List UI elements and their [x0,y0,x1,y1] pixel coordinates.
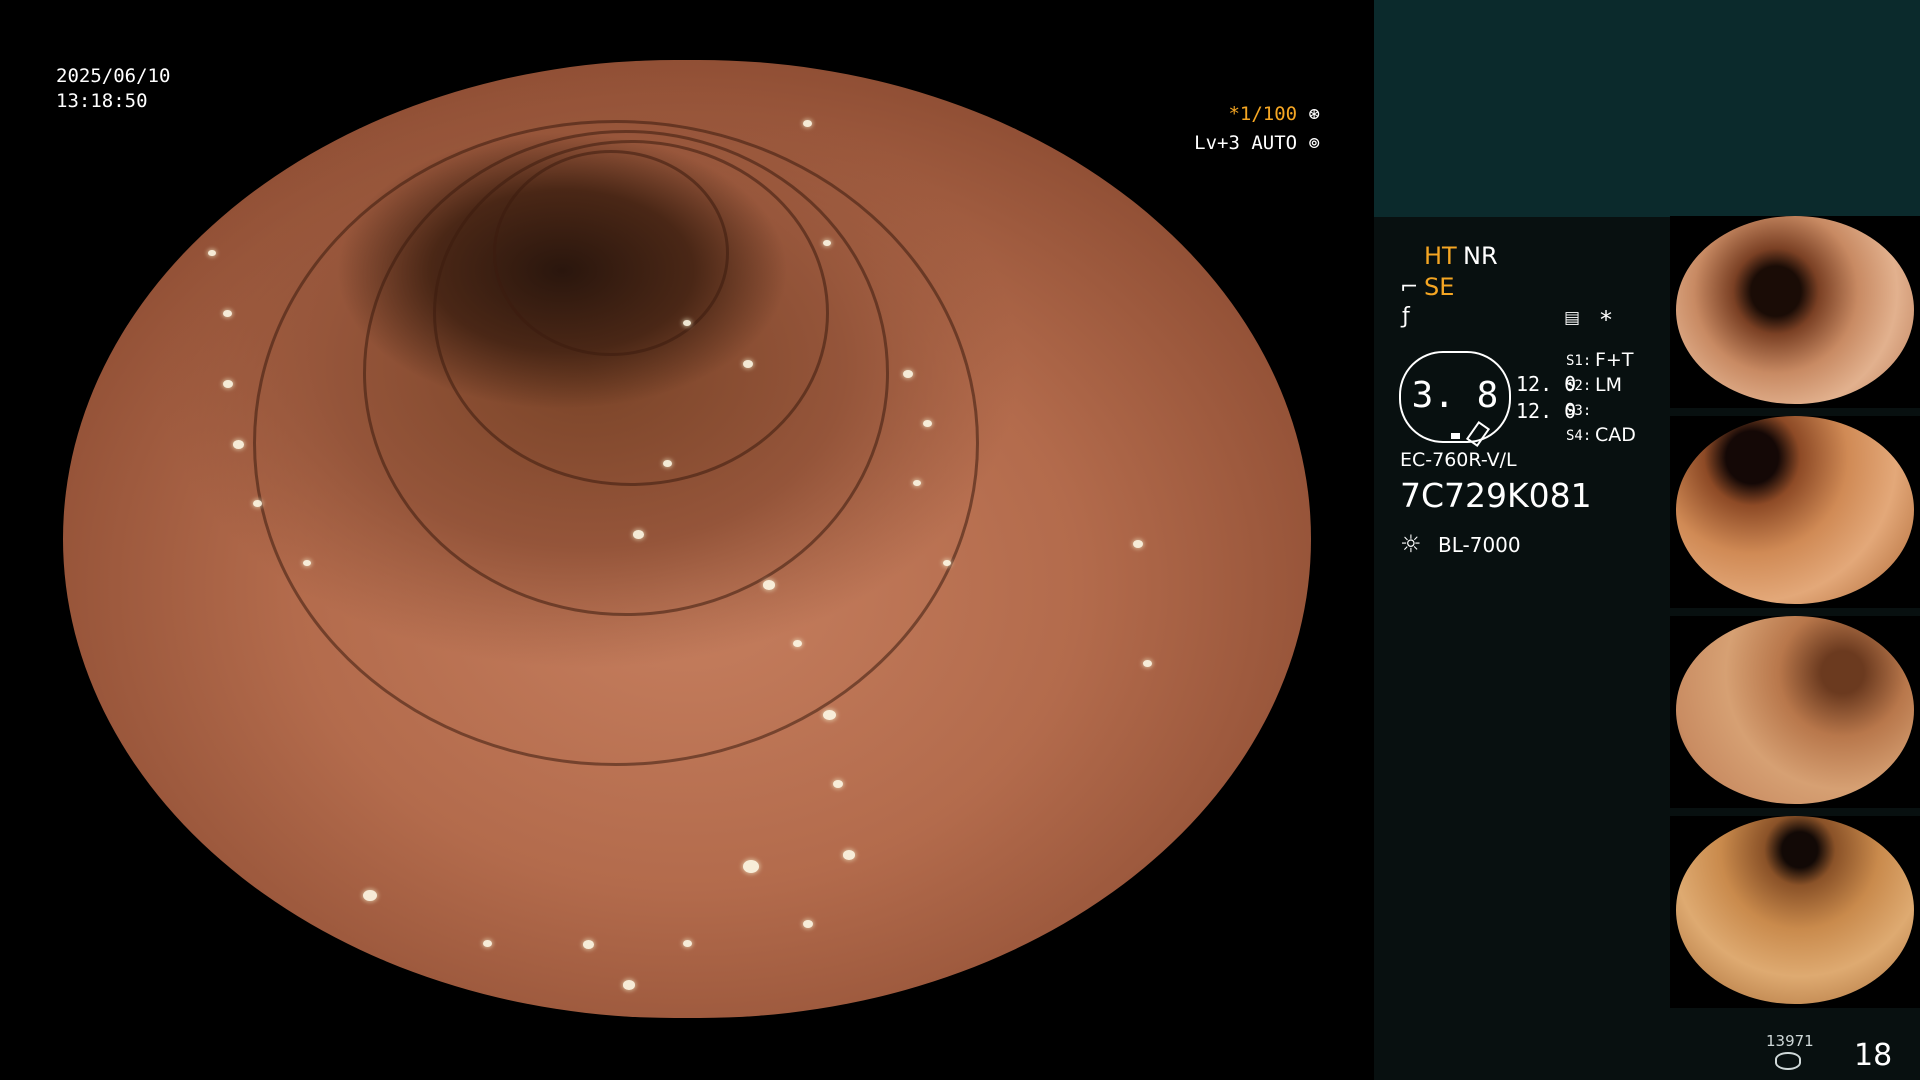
shutter-speed: *1/100 [1228,103,1298,125]
specular-highlight [1143,660,1152,668]
sharpness-icon: ƒ [1402,304,1410,329]
enhance-icon: ⌐ [1400,275,1419,300]
specular-highlight [363,890,377,902]
s3-label: S3: [1566,403,1592,419]
specular-highlight [583,940,594,949]
scope-status: *1/100 ⊛ Lv+3 AUTO ⊚ [1194,100,1320,158]
specular-highlight [208,250,216,257]
specular-highlight [483,940,492,948]
ratio-marker [1451,433,1460,439]
asterisk-mark: * [1600,306,1612,334]
specular-highlight [843,850,855,860]
storage-disk-icon [1775,1052,1801,1070]
datetime-readout: 2025/06/10 13:18:50 [56,64,170,114]
ratio-value: 3. 8 [1411,375,1499,416]
thumbnail-2[interactable] [1670,416,1920,608]
time-label: 13:18:50 [56,90,148,112]
specular-highlight [683,940,692,948]
s4-label: S4: [1566,428,1592,444]
specular-highlight [803,920,813,928]
light-source-icon: ☼ [1400,530,1422,558]
settings-icon: ▤ [1564,308,1581,328]
specular-highlight [1133,540,1143,548]
thumbnail-1[interactable] [1670,216,1920,408]
image-count: 18 [1854,1038,1893,1073]
mode-ht: HT [1424,242,1457,270]
panel-header [1374,0,1920,217]
mucosal-fold [493,150,729,356]
auto-iris-icon: ⊚ [1308,132,1320,154]
specular-highlight [833,780,843,788]
specular-highlight [213,200,223,208]
thumbnail-image [1676,216,1914,404]
mode-nr: NR [1463,242,1498,270]
thumbnail-3[interactable] [1670,616,1920,808]
specular-highlight [633,530,644,539]
thumbnail-4[interactable] [1670,816,1920,1008]
specular-highlight [223,380,233,388]
s1-value: F+T [1595,349,1634,371]
s1-label: S1: [1566,353,1592,369]
specular-highlight [823,710,836,721]
storage-counter: 13971 [1766,1032,1814,1050]
thumbnail-image [1676,416,1914,604]
brightness-level: Lv+3 AUTO [1194,132,1298,154]
specular-highlight [223,310,232,318]
date-label: 2025/06/10 [56,65,171,87]
light-source-model: BL-7000 [1438,533,1521,557]
endoscope-main-view [63,60,1311,1018]
specular-highlight [623,980,635,990]
mode-se: SE [1424,273,1455,301]
thumbnail-image [1676,816,1914,1004]
specular-highlight [903,370,913,378]
s2-value: LM [1595,374,1622,396]
specular-highlight [743,860,759,873]
aperture-icon: ⊛ [1308,103,1320,125]
specular-highlight [803,120,812,128]
specular-highlight [763,580,775,590]
s4-value: CAD [1595,424,1636,446]
ratio-display: 3. 8 [1399,351,1511,448]
specular-highlight [233,440,244,449]
scope-serial: 7C729K081 [1400,476,1592,515]
specular-highlight [743,360,753,368]
thumbnail-image [1676,616,1914,804]
scope-model: EC-760R-V/L [1400,449,1517,471]
s2-label: S2: [1566,378,1592,394]
